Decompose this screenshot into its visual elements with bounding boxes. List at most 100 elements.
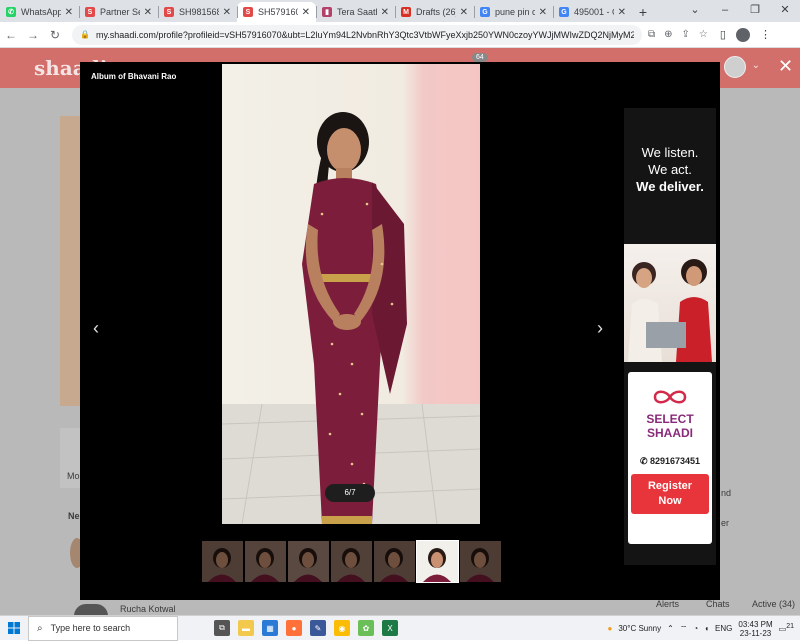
favicon-icon: ▮ (322, 7, 332, 17)
chevron-down-icon[interactable]: ⌄ (752, 60, 760, 71)
tab-title: Tera Saath (337, 7, 377, 17)
excel-icon[interactable]: X (382, 620, 398, 636)
ad-brand: SELECT SHAADI (628, 412, 712, 440)
tab-title: pune pin c (495, 7, 535, 17)
close-window-button[interactable]: ✕ (770, 0, 800, 22)
minimize-button[interactable]: – (710, 0, 740, 22)
task-view-icon[interactable]: ⧉ (214, 620, 230, 636)
windows-start-button[interactable] (0, 622, 28, 634)
favicon-icon: G (559, 7, 569, 17)
previous-photo-arrow[interactable]: ‹ (93, 318, 99, 339)
weather-icon: ● (608, 624, 613, 633)
install-app-icon[interactable]: ⧉ (648, 29, 655, 40)
close-tab-icon[interactable]: ✕ (539, 7, 547, 18)
tab-title: SH579160 (258, 7, 298, 17)
windows-logo-icon (8, 622, 20, 634)
notification-badge: 64 (472, 53, 488, 62)
ad-phone: ✆ 8291673451 (628, 456, 712, 467)
browser-tab[interactable]: ▮ Tera Saath ✕ (316, 2, 395, 22)
calculator-icon[interactable]: ▦ (262, 620, 278, 636)
photo-thumbnail[interactable] (202, 541, 243, 582)
tab-title: Partner Se (100, 7, 140, 17)
ad-headline: We listen. We act. We deliver. (624, 144, 716, 195)
wifi-icon[interactable]: ◔ (693, 624, 698, 633)
photo-thumbnail[interactable] (245, 541, 286, 582)
favicon-icon: S (85, 7, 95, 17)
browser-toolbar: ← → ↻ 🔒 my.shaadi.com/profile?profileid=… (0, 22, 800, 48)
browser-tab-strip: ✆WhatsApp✕SPartner Se✕SSH981568✕SSH57916… (0, 0, 800, 22)
album-title: Album of Bhavani Rao (91, 72, 176, 81)
paint-icon[interactable]: ✿ (358, 620, 374, 636)
network-icon[interactable]: ⌔ (680, 624, 688, 634)
firefox-icon[interactable]: ● (286, 620, 302, 636)
share-icon[interactable]: ⇪ (682, 29, 690, 40)
chrome-icon[interactable]: ◉ (334, 620, 350, 636)
lock-icon: 🔒 (80, 30, 90, 39)
browser-tab[interactable]: S SH981568 ✕ (158, 2, 237, 22)
tab-title: SH981568 (179, 7, 219, 17)
address-bar[interactable]: 🔒 my.shaadi.com/profile?profileid=vSH579… (72, 25, 642, 45)
forward-button[interactable]: → (22, 28, 44, 42)
photo-thumbnail[interactable] (417, 541, 458, 582)
favicon-icon: S (164, 7, 174, 17)
photo-lightbox: Album of Bhavani Rao (80, 62, 720, 600)
bg-profile-name: Rucha Kotwal (120, 604, 176, 614)
bookmark-star-icon[interactable]: ☆ (699, 29, 708, 40)
tab-title: 495001 - C (574, 7, 614, 17)
browser-tab[interactable]: M Drafts (26) ✕ (395, 2, 474, 22)
system-tray: ● 30°C Sunny ⌃ ⌔ ◔ ◖ ENG 03:43 PM 23-11-… (608, 616, 800, 641)
select-shaadi-ad[interactable]: We listen. We act. We deliver. SELECT SH… (624, 108, 716, 565)
notifications-button[interactable]: ▭21 (779, 623, 794, 634)
close-tab-icon[interactable]: ✕ (144, 7, 152, 18)
tab-title: Drafts (26) (416, 7, 456, 17)
taskbar-search[interactable]: ⌕ Type here to search (28, 616, 178, 641)
favicon-icon: M (401, 7, 411, 17)
close-tab-icon[interactable]: ✕ (460, 7, 468, 18)
language-indicator[interactable]: ENG (715, 624, 732, 633)
new-tab-button[interactable]: + (632, 2, 654, 22)
url-text: my.shaadi.com/profile?profileid=vSH57916… (96, 30, 634, 40)
photo-thumbnail[interactable] (460, 541, 501, 582)
phone-icon: ✆ (640, 456, 650, 466)
zoom-icon[interactable]: ⊕ (664, 29, 672, 40)
back-button[interactable]: ← (0, 28, 22, 42)
close-tab-icon[interactable]: ✕ (223, 7, 231, 18)
close-lightbox-button[interactable]: ✕ (778, 56, 793, 77)
restore-button[interactable]: ❐ (740, 0, 770, 22)
photo-thumbnail[interactable] (331, 541, 372, 582)
volume-icon[interactable]: ◖ (704, 624, 709, 633)
notepad-icon[interactable]: ✎ (310, 620, 326, 636)
photo-thumbnail[interactable] (288, 541, 329, 582)
reload-button[interactable]: ↻ (44, 28, 66, 42)
photo-thumbnail[interactable] (374, 541, 415, 582)
next-photo-arrow[interactable]: › (597, 318, 603, 339)
file-explorer-icon[interactable]: ▬ (238, 620, 254, 636)
register-now-button[interactable]: Register Now (631, 474, 709, 514)
clock[interactable]: 03:43 PM 23-11-23 (738, 620, 772, 638)
close-tab-icon[interactable]: ✕ (302, 7, 310, 18)
browser-tab[interactable]: S Partner Se ✕ (79, 2, 158, 22)
browser-tab[interactable]: Gpune pin c ✕ (474, 2, 553, 22)
browser-tab[interactable]: SSH579160✕ (237, 2, 316, 22)
favicon-icon: G (480, 7, 490, 17)
tab-title: WhatsApp (21, 7, 61, 17)
ad-card: SELECT SHAADI ✆ 8291673451 Register Now (628, 372, 712, 544)
chevron-down-icon[interactable]: ⌄ (680, 0, 710, 22)
photo-counter: 6/7 (325, 484, 375, 502)
browser-tab[interactable]: G 495001 - C ✕ (553, 2, 632, 22)
browser-menu-icon[interactable]: ⋮ (760, 28, 771, 41)
user-avatar[interactable] (724, 56, 746, 78)
close-tab-icon[interactable]: ✕ (618, 7, 626, 18)
close-tab-icon[interactable]: ✕ (381, 7, 389, 18)
search-icon: ⌕ (37, 623, 43, 634)
select-shaadi-logo-icon (652, 388, 688, 406)
side-panel-icon[interactable]: ▯ (720, 28, 726, 41)
thumbnail-strip (202, 541, 501, 582)
profile-avatar[interactable] (736, 28, 750, 42)
browser-tab[interactable]: ✆ WhatsApp ✕ (0, 2, 79, 22)
window-controls: ⌄ – ❐ ✕ (680, 0, 800, 22)
favicon-icon: ✆ (6, 7, 16, 17)
chevron-up-icon[interactable]: ⌃ (667, 624, 674, 633)
close-tab-icon[interactable]: ✕ (65, 7, 73, 18)
ad-photo (624, 244, 716, 362)
